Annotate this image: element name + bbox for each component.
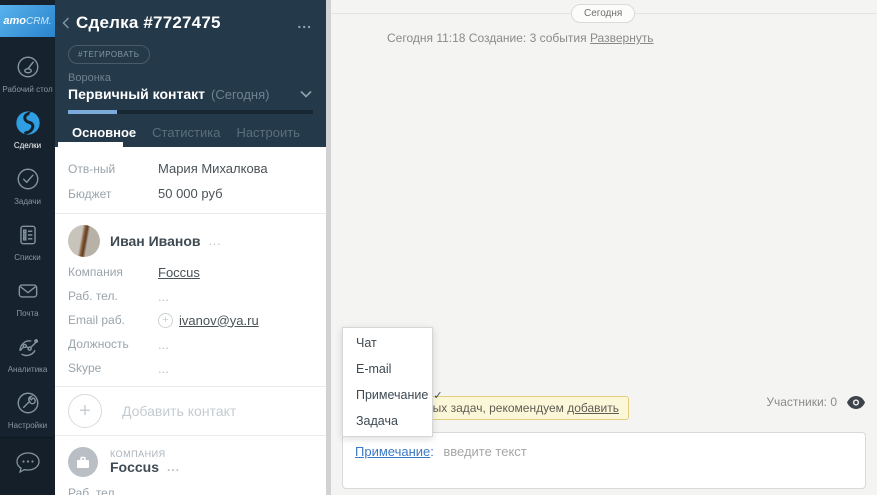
tasks-icon bbox=[13, 164, 43, 194]
sidebar-item-lists[interactable]: Списки bbox=[0, 213, 55, 269]
expand-link[interactable]: Развернуть bbox=[590, 31, 654, 45]
stage-selector[interactable]: Первичный контакт (Сегодня) bbox=[68, 86, 312, 102]
work-phone-value[interactable]: ... bbox=[158, 289, 169, 304]
note-input-placeholder: введите текст bbox=[443, 444, 526, 459]
budget-value[interactable]: 50 000 руб bbox=[158, 186, 223, 201]
stage-progress-bar[interactable] bbox=[68, 110, 313, 114]
company-phone-value[interactable]: ... bbox=[158, 485, 169, 495]
day-badge: Сегодня bbox=[571, 4, 635, 23]
sidebar-item-label: Задачи bbox=[12, 197, 43, 207]
sidebar-item-deals[interactable]: Сделки bbox=[0, 101, 55, 157]
skype-value[interactable]: ... bbox=[158, 361, 169, 376]
sidebar-item-label: Списки bbox=[12, 253, 43, 263]
sidebar-item-label: Сделки bbox=[12, 141, 43, 151]
active-tab-indicator bbox=[58, 142, 123, 147]
tab-main[interactable]: Основное bbox=[72, 125, 136, 140]
field-row-responsible: Отв-ный Мария Михалкова bbox=[55, 156, 326, 181]
deal-title: Сделка #7727475 bbox=[76, 13, 221, 33]
company-avatar[interactable] bbox=[68, 447, 98, 477]
company-type-label: КОМПАНИЯ bbox=[110, 449, 180, 459]
sidebar-item-label: Почта bbox=[14, 309, 40, 319]
support-chat-icon[interactable] bbox=[13, 450, 43, 481]
plus-circle-icon: + bbox=[68, 394, 102, 428]
timeline-area: Сегодня Сегодня 11:18 Создание: 3 событи… bbox=[331, 0, 877, 495]
deal-panel: Сделка #7727475 ... #ТЕГИРОВАТЬ Воронка … bbox=[55, 0, 326, 495]
check-icon: ✓ bbox=[433, 390, 442, 402]
event-text: Сегодня 11:18 Создание: 3 события bbox=[387, 31, 587, 45]
responsible-value[interactable]: Мария Михалкова bbox=[158, 161, 268, 176]
mail-icon bbox=[13, 276, 43, 306]
sidebar-item-analytics[interactable]: Аналитика bbox=[0, 325, 55, 381]
sidebar-item-settings[interactable]: Настройки bbox=[0, 381, 55, 437]
contact-name[interactable]: Иван Иванов bbox=[110, 233, 201, 249]
field-row-skype: Skype ... bbox=[55, 356, 326, 380]
contact-more-icon[interactable]: ... bbox=[209, 234, 222, 248]
add-email-icon[interactable]: + bbox=[158, 313, 173, 328]
company-name[interactable]: Foccus bbox=[110, 459, 159, 475]
funnel-label: Воронка bbox=[68, 72, 326, 84]
field-row-budget: Бюджет 50 000 руб bbox=[55, 181, 326, 206]
sidebar-footer bbox=[0, 437, 55, 495]
menu-item-chat[interactable]: Чат bbox=[343, 330, 432, 356]
sidebar-item-mail[interactable]: Почта bbox=[0, 269, 55, 325]
back-chevron-icon[interactable] bbox=[59, 14, 73, 32]
tab-configure[interactable]: Настроить bbox=[236, 125, 300, 140]
lists-icon bbox=[13, 220, 43, 250]
company-link[interactable]: Foccus bbox=[158, 265, 200, 280]
settings-icon bbox=[13, 388, 43, 418]
field-row-email: Email раб. + ivanov@ya.ru bbox=[55, 308, 326, 332]
company-card: КОМПАНИЯ Foccus ... bbox=[55, 444, 326, 480]
menu-item-email[interactable]: E-mail bbox=[343, 356, 432, 382]
deal-header: Сделка #7727475 ... #ТЕГИРОВАТЬ Воронка … bbox=[55, 0, 326, 147]
app-root: amoCRM. Рабочий стол Сделки bbox=[0, 0, 877, 495]
add-contact-button[interactable]: + Добавить контакт bbox=[55, 387, 326, 436]
deals-icon bbox=[13, 108, 43, 138]
add-task-link[interactable]: добавить bbox=[567, 401, 619, 415]
email-link[interactable]: ivanov@ya.ru bbox=[179, 313, 259, 328]
sidebar-nav: Рабочий стол Сделки Задачи bbox=[0, 45, 55, 437]
stage-name: Первичный контакт bbox=[68, 86, 205, 102]
sidebar: amoCRM. Рабочий стол Сделки bbox=[0, 0, 55, 495]
field-row-work-phone: Раб. тел. ... bbox=[55, 284, 326, 308]
sidebar-item-desktop[interactable]: Рабочий стол bbox=[0, 45, 55, 101]
field-row-position: Должность ... bbox=[55, 332, 326, 356]
company-more-icon[interactable]: ... bbox=[167, 460, 180, 474]
chevron-down-icon[interactable] bbox=[300, 90, 312, 98]
contact-avatar[interactable] bbox=[68, 225, 100, 257]
analytics-icon bbox=[13, 332, 43, 362]
sidebar-item-label: Рабочий стол bbox=[0, 85, 54, 95]
stage-progress-fill bbox=[68, 110, 117, 114]
sidebar-item-tasks[interactable]: Задачи bbox=[0, 157, 55, 213]
deal-more-menu-icon[interactable]: ... bbox=[297, 20, 312, 26]
timeline-event: Сегодня 11:18 Создание: 3 события Развер… bbox=[387, 31, 654, 45]
stage-date: (Сегодня) bbox=[211, 87, 269, 102]
position-value[interactable]: ... bbox=[158, 337, 169, 352]
tab-statistics[interactable]: Статистика bbox=[152, 125, 220, 140]
dashboard-icon bbox=[13, 52, 43, 82]
amocrm-logo[interactable]: amoCRM. bbox=[0, 5, 55, 37]
field-row-company: Компания Foccus bbox=[55, 260, 326, 284]
deal-tabs: Основное Статистика Настроить bbox=[55, 117, 326, 147]
note-type-selector[interactable]: Примечание bbox=[355, 444, 430, 459]
contact-card: Иван Иванов ... bbox=[55, 222, 326, 260]
note-composer[interactable]: Примечание: введите текст bbox=[342, 432, 866, 489]
participants-count: Участники: 0 bbox=[766, 395, 837, 409]
participants-widget: Участники: 0 bbox=[766, 395, 865, 409]
sidebar-item-label: Аналитика bbox=[6, 365, 50, 375]
menu-item-note[interactable]: Примечание✓ bbox=[343, 382, 432, 408]
logo-text: amo bbox=[3, 15, 26, 27]
eye-icon[interactable] bbox=[847, 396, 865, 409]
field-row-company-phone: Раб. тел. ... bbox=[55, 480, 326, 495]
tag-button[interactable]: #ТЕГИРОВАТЬ bbox=[68, 45, 150, 64]
sidebar-item-label: Настройки bbox=[6, 421, 49, 431]
add-contact-label: Добавить контакт bbox=[122, 403, 236, 419]
note-type-dropdown: Чат E-mail Примечание✓ Задача bbox=[342, 327, 433, 437]
deal-body: Отв-ный Мария Михалкова Бюджет 50 000 ру… bbox=[55, 147, 326, 495]
menu-item-task[interactable]: Задача bbox=[343, 408, 432, 434]
